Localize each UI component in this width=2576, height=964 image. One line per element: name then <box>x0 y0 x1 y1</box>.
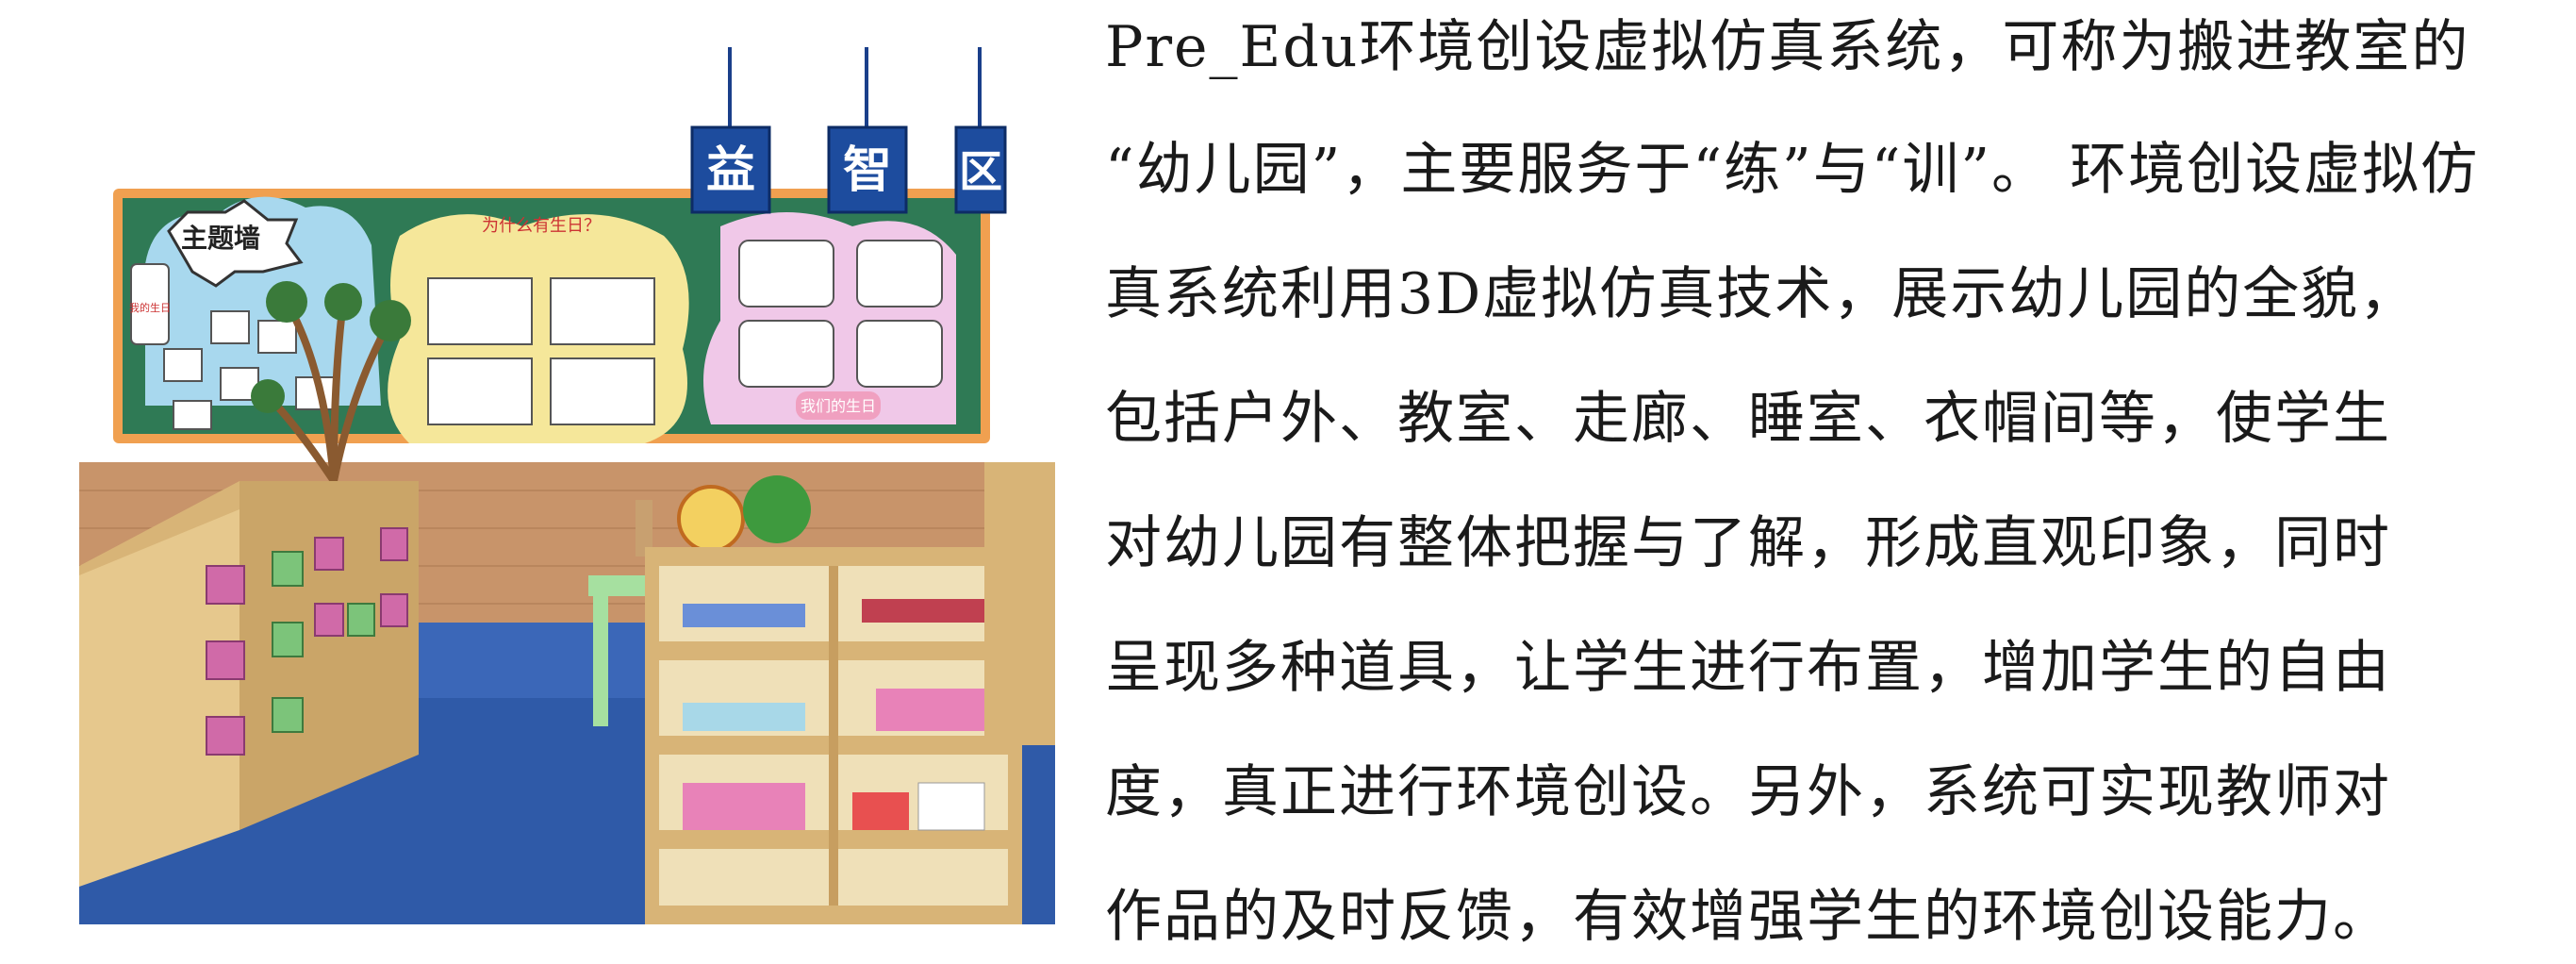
classroom-scene-illustration: 主题墙 我的生日 为什么有生日？ 我们的生日 益 智 区 <box>79 38 1055 924</box>
description-line: “幼儿园”，主要服务于“练”与“训”。 环境创设虚拟仿 <box>1105 137 2480 203</box>
theme-wall-board: 主题墙 我的生日 为什么有生日？ 我们的生日 <box>113 189 990 443</box>
description-line: 度，真正进行环境创设。另外，系统可实现教师对 <box>1105 759 2391 825</box>
birthday-side-label: 我的生日 <box>129 301 171 314</box>
banner-yi: 益 <box>690 47 771 214</box>
description-line: 包括户外、教室、走廊、睡室、衣帽间等，使学生 <box>1105 386 2391 452</box>
banner-qu: 区 <box>954 47 1007 214</box>
banner-char-1: 益 <box>706 142 755 199</box>
description-line: Pre_Edu环境创设虚拟仿真系统，可称为搬进教室的 <box>1105 14 2470 80</box>
banner-zhi: 智 <box>827 47 908 214</box>
toy-plant <box>743 475 811 543</box>
banner-char-3: 区 <box>959 146 1002 197</box>
description-line: 真系统利用3D虚拟仿真技术，展示幼儿园的全貌， <box>1105 261 2419 327</box>
board-right-caption: 我们的生日 <box>801 397 876 415</box>
board-center-title: 为什么有生日？ <box>482 216 601 236</box>
banner-char-2: 智 <box>843 142 892 199</box>
toy-clock <box>677 485 745 553</box>
description-line: 呈现多种道具，让学生进行布置，增加学生的自由 <box>1105 635 2391 701</box>
description-line: 对幼儿园有整体把握与了解，形成直观印象，同时 <box>1105 510 2391 576</box>
right-open-shelf <box>645 547 1022 924</box>
description-line: 作品的及时反馈，有效增强学生的环境创设能力。 <box>1105 884 2391 950</box>
theme-wall-label: 主题墙 <box>181 223 260 254</box>
